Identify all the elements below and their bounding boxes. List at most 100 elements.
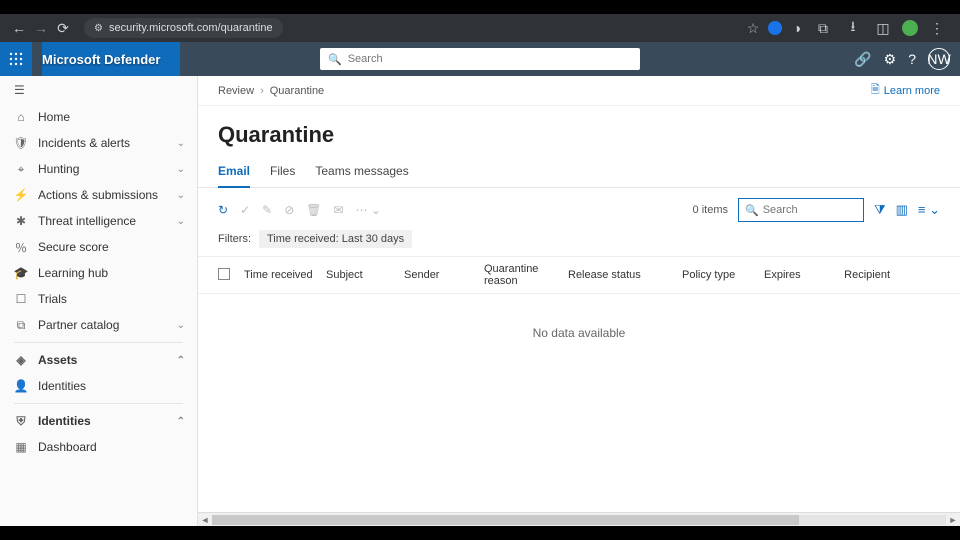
link-icon[interactable]: 🔗 — [854, 51, 871, 68]
site-info-icon[interactable]: ⚙ — [94, 23, 103, 34]
tab-email[interactable]: Email — [218, 158, 250, 188]
scroll-right-icon[interactable]: ► — [946, 515, 960, 525]
filter-pill-time-received[interactable]: Time received: Last 30 days — [259, 230, 412, 248]
settings-gear-icon[interactable]: ⚙ — [884, 51, 897, 68]
download-icon[interactable]: ⭳ — [842, 17, 864, 39]
user-avatar[interactable]: NW — [928, 48, 950, 70]
search-icon: 🔍 — [328, 53, 342, 66]
threat-icon: ✱ — [12, 214, 30, 228]
tab-strip: Email Files Teams messages — [198, 154, 960, 188]
col-sender[interactable]: Sender — [404, 269, 484, 281]
sidebar-item-partner[interactable]: ⧉ Partner catalog ⌄ — [0, 312, 197, 338]
side-panel-icon[interactable]: ◫ — [872, 17, 894, 39]
sidebar-divider — [14, 403, 183, 404]
app-header: Microsoft Defender 🔍 🔗 ⚙ ? NW — [0, 42, 960, 76]
sidebar-item-label: Identities — [38, 379, 185, 393]
person-icon: 👤 — [12, 379, 30, 393]
sidebar-collapse-icon[interactable]: ☰ — [0, 76, 197, 104]
sidebar-item-incidents[interactable]: 🛡 Incidents & alerts ⌄ — [0, 130, 197, 156]
filter-icon[interactable]: ⧩ — [874, 202, 886, 218]
home-icon: ⌂ — [12, 110, 30, 124]
learn-more-icon: 🗎 — [871, 81, 880, 100]
sidebar-item-identities[interactable]: 👤 Identities — [0, 373, 197, 399]
global-search-input[interactable] — [348, 53, 632, 65]
sidebar-item-label: Incidents & alerts — [38, 136, 177, 150]
table-header: Time received Subject Sender Quarantine … — [198, 256, 960, 294]
product-name[interactable]: Microsoft Defender — [42, 42, 180, 76]
browser-menu-icon[interactable]: ⋮ — [926, 17, 948, 39]
scroll-thumb[interactable] — [212, 515, 799, 525]
bookmark-star-icon[interactable]: ☆ — [742, 17, 764, 39]
sidebar-group-assets[interactable]: ◈ Assets ⌃ — [0, 347, 197, 373]
trials-icon: ☐ — [12, 292, 30, 306]
sidebar-item-secure-score[interactable]: ％ Secure score — [0, 234, 197, 260]
items-count: 0 items — [693, 204, 728, 216]
filter-pill-value: Last 30 days — [342, 233, 404, 245]
sidebar-item-threat-intel[interactable]: ✱ Threat intelligence ⌄ — [0, 208, 197, 234]
sidebar-group-identities[interactable]: ⛨ Identities ⌃ — [0, 408, 197, 434]
chevron-up-icon: ⌃ — [177, 355, 185, 366]
columns-icon[interactable]: ▥ — [896, 202, 908, 218]
help-icon[interactable]: ? — [908, 51, 916, 67]
sidebar-group-label: Assets — [38, 353, 177, 367]
actions-icon: ⚡ — [12, 188, 30, 202]
letterbox-top — [0, 0, 960, 14]
more-icon[interactable]: ⋯ ⌄ — [356, 203, 381, 217]
col-recipient[interactable]: Recipient — [844, 269, 900, 281]
preview-icon: ✉ — [333, 203, 343, 217]
extension-icon[interactable]: ◑ — [786, 17, 808, 39]
reload-icon[interactable]: ⟳ — [52, 17, 74, 39]
global-search[interactable]: 🔍 — [320, 48, 640, 70]
learn-more-link[interactable]: 🗎 Learn more — [871, 81, 940, 100]
refresh-icon[interactable]: ↻ — [218, 203, 228, 217]
breadcrumb-bar: Review › Quarantine 🗎 Learn more — [198, 76, 960, 106]
back-icon[interactable]: ← — [8, 17, 30, 39]
sidebar-item-label: Partner catalog — [38, 318, 177, 332]
col-subject[interactable]: Subject — [326, 269, 404, 281]
forward-icon[interactable]: → — [30, 17, 52, 39]
select-all-checkbox[interactable] — [218, 268, 244, 283]
address-bar[interactable]: ⚙ security.microsoft.com/quarantine — [84, 18, 283, 38]
chevron-down-icon: ⌄ — [177, 138, 185, 149]
sidebar-item-actions[interactable]: ⚡ Actions & submissions ⌄ — [0, 182, 197, 208]
group-icon[interactable]: ≡ ⌄ — [918, 202, 940, 218]
filter-pill-key: Time received: — [267, 233, 342, 245]
lens-icon[interactable] — [768, 21, 782, 35]
page-title: Quarantine — [198, 106, 960, 154]
col-quarantine-reason[interactable]: Quarantine reason — [484, 263, 568, 287]
chevron-up-icon: ⌃ — [177, 416, 185, 427]
sidebar-divider — [14, 342, 183, 343]
chevron-down-icon: ⌄ — [177, 216, 185, 227]
sidebar-item-home[interactable]: ⌂ Home — [0, 104, 197, 130]
col-policy-type[interactable]: Policy type — [682, 269, 764, 281]
tab-teams[interactable]: Teams messages — [315, 158, 408, 187]
horizontal-scrollbar[interactable]: ◄ ► — [198, 512, 960, 526]
col-expires[interactable]: Expires — [764, 269, 844, 281]
url-text: security.microsoft.com/quarantine — [109, 22, 273, 34]
sidebar-item-hunting[interactable]: ⌖ Hunting ⌄ — [0, 156, 197, 182]
grid-search-input[interactable] — [763, 204, 857, 216]
main-content: Review › Quarantine 🗎 Learn more Quarant… — [198, 76, 960, 526]
profile-avatar-icon[interactable] — [902, 20, 918, 36]
col-release-status[interactable]: Release status — [568, 269, 682, 281]
app-launcher-icon[interactable] — [0, 42, 32, 76]
breadcrumb-root[interactable]: Review — [218, 85, 254, 97]
filter-row: Filters: Time received: Last 30 days — [198, 228, 960, 256]
sidebar-item-learning[interactable]: 🎓 Learning hub — [0, 260, 197, 286]
shield-icon: 🛡 — [12, 136, 30, 150]
tab-files[interactable]: Files — [270, 158, 295, 187]
sidebar-item-trials[interactable]: ☐ Trials — [0, 286, 197, 312]
scroll-left-icon[interactable]: ◄ — [198, 515, 212, 525]
sidebar-item-dashboard[interactable]: ▦ Dashboard — [0, 434, 197, 460]
sidebar-item-label: Trials — [38, 292, 185, 306]
scroll-track[interactable] — [212, 515, 946, 525]
partner-icon: ⧉ — [12, 318, 30, 333]
assets-icon: ◈ — [12, 353, 30, 367]
chevron-down-icon: ⌄ — [177, 164, 185, 175]
col-time-received[interactable]: Time received — [244, 269, 326, 281]
grid-search[interactable]: 🔍 — [738, 198, 864, 222]
sidebar-item-label: Hunting — [38, 162, 177, 176]
chevron-down-icon: ⌄ — [177, 320, 185, 331]
approve-icon: ✓ — [240, 203, 250, 217]
extensions-puzzle-icon[interactable]: ⧉ — [812, 17, 834, 39]
